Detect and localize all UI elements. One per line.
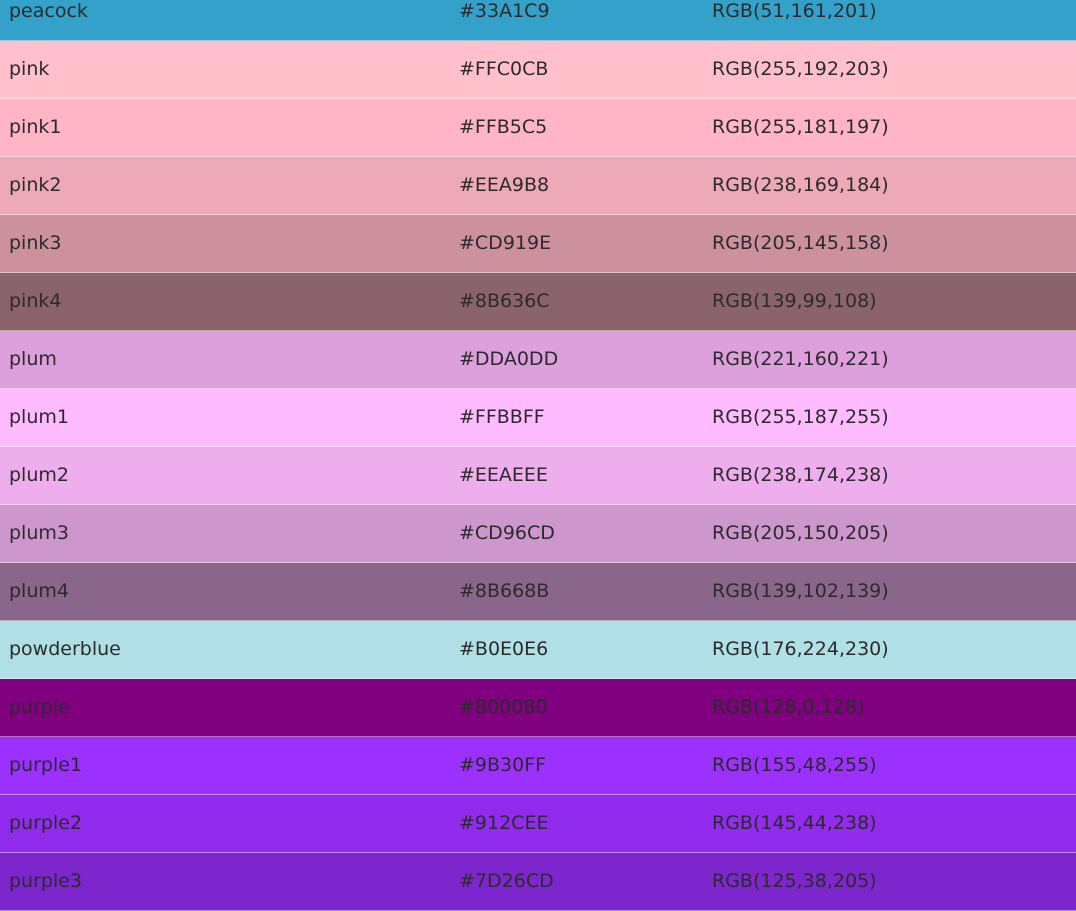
- color-name: purple2: [9, 812, 83, 834]
- color-name: purple: [9, 696, 70, 718]
- color-name: plum: [9, 348, 57, 370]
- color-hex: #CD96CD: [459, 522, 555, 544]
- color-rgb: RGB(51,161,201): [712, 0, 877, 22]
- color-rgb: RGB(255,187,255): [712, 406, 889, 428]
- color-row-pink2[interactable]: pink2 #EEA9B8 RGB(238,169,184): [0, 157, 1076, 215]
- color-row-pink3[interactable]: pink3 #CD919E RGB(205,145,158): [0, 215, 1076, 273]
- color-rgb: RGB(255,192,203): [712, 58, 889, 80]
- color-row-peacock[interactable]: peacock #33A1C9 RGB(51,161,201): [0, 0, 1076, 41]
- color-name: plum2: [9, 464, 69, 486]
- color-hex: #B0E0E6: [459, 638, 549, 660]
- color-row-purple2[interactable]: purple2 #912CEE RGB(145,44,238): [0, 795, 1076, 853]
- color-hex: #800080: [459, 696, 548, 718]
- color-name: pink4: [9, 290, 62, 312]
- color-hex: #CD919E: [459, 232, 552, 254]
- color-row-purple1[interactable]: purple1 #9B30FF RGB(155,48,255): [0, 737, 1076, 795]
- color-rgb: RGB(145,44,238): [712, 812, 877, 834]
- color-row-plum3[interactable]: plum3 #CD96CD RGB(205,150,205): [0, 505, 1076, 563]
- color-row-plum1[interactable]: plum1 #FFBBFF RGB(255,187,255): [0, 389, 1076, 447]
- color-name: plum1: [9, 406, 69, 428]
- color-hex: #FFB5C5: [459, 116, 548, 138]
- color-hex: #9B30FF: [459, 754, 547, 776]
- color-name: plum3: [9, 522, 69, 544]
- color-name: pink: [9, 58, 50, 80]
- color-rgb: RGB(125,38,205): [712, 870, 877, 892]
- color-hex: #EEAEEE: [459, 464, 548, 486]
- color-row-pink4[interactable]: pink4 #8B636C RGB(139,99,108): [0, 273, 1076, 331]
- color-row-plum[interactable]: plum #DDA0DD RGB(221,160,221): [0, 331, 1076, 389]
- color-rgb: RGB(155,48,255): [712, 754, 877, 776]
- color-name: purple3: [9, 870, 83, 892]
- color-hex: #912CEE: [459, 812, 549, 834]
- color-row-plum2[interactable]: plum2 #EEAEEE RGB(238,174,238): [0, 447, 1076, 505]
- color-name: plum4: [9, 580, 69, 602]
- color-name: pink1: [9, 116, 62, 138]
- color-rgb: RGB(238,169,184): [712, 174, 889, 196]
- color-row-powderblue[interactable]: powderblue #B0E0E6 RGB(176,224,230): [0, 621, 1076, 679]
- color-rgb: RGB(205,150,205): [712, 522, 889, 544]
- color-name: pink3: [9, 232, 62, 254]
- color-name: pink2: [9, 174, 62, 196]
- color-row-plum4[interactable]: plum4 #8B668B RGB(139,102,139): [0, 563, 1076, 621]
- color-rgb: RGB(128,0,128): [712, 696, 865, 718]
- color-rgb: RGB(221,160,221): [712, 348, 889, 370]
- color-row-pink[interactable]: pink #FFC0CB RGB(255,192,203): [0, 41, 1076, 99]
- color-name: peacock: [9, 0, 88, 22]
- color-name: powderblue: [9, 638, 121, 660]
- color-hex: #8B668B: [459, 580, 550, 602]
- color-rgb: RGB(255,181,197): [712, 116, 889, 138]
- color-hex: #FFBBFF: [459, 406, 545, 428]
- color-table: peacock #33A1C9 RGB(51,161,201) pink #FF…: [0, 0, 1076, 911]
- color-hex: #33A1C9: [459, 0, 550, 22]
- color-hex: #EEA9B8: [459, 174, 550, 196]
- color-hex: #DDA0DD: [459, 348, 559, 370]
- color-hex: #7D26CD: [459, 870, 554, 892]
- color-rgb: RGB(205,145,158): [712, 232, 889, 254]
- color-hex: #8B636C: [459, 290, 550, 312]
- color-row-purple3[interactable]: purple3 #7D26CD RGB(125,38,205): [0, 853, 1076, 911]
- color-row-purple[interactable]: purple #800080 RGB(128,0,128): [0, 679, 1076, 737]
- color-rgb: RGB(139,99,108): [712, 290, 877, 312]
- color-rgb: RGB(238,174,238): [712, 464, 889, 486]
- color-rgb: RGB(139,102,139): [712, 580, 889, 602]
- color-row-pink1[interactable]: pink1 #FFB5C5 RGB(255,181,197): [0, 99, 1076, 157]
- color-rgb: RGB(176,224,230): [712, 638, 889, 660]
- color-name: purple1: [9, 754, 83, 776]
- color-hex: #FFC0CB: [459, 58, 549, 80]
